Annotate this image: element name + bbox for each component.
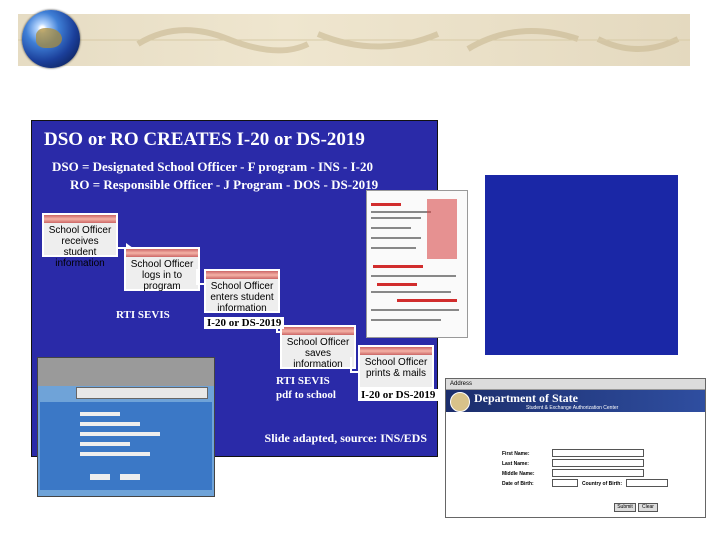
step-bar [206,271,278,279]
last-name-input [552,459,644,467]
step-bar [126,249,198,257]
form-line [371,291,451,293]
department-title: Department of State [474,391,578,405]
country-of-birth-input [626,479,668,487]
redaction-mark [397,299,457,302]
step-bar [44,215,116,223]
step-label: School Officer logs in to program [130,259,194,292]
form-field [80,422,140,426]
field-label: First Name: [502,451,530,457]
redaction-mark [377,283,417,286]
slide-source: Slide adapted, source: INS/EDS [264,431,427,445]
caption-form: I-20 or DS-2019 [204,317,285,329]
caption-form: I-20 or DS-2019 [358,389,439,401]
step-label: School Officer saves information [286,337,350,370]
form-line [371,211,431,213]
seal-icon [450,392,470,412]
globe-icon [22,10,80,68]
submit-button: Submit [614,503,636,512]
form-line [371,237,421,239]
step-label: School Officer prints & mails [364,357,428,379]
field-label: Middle Name: [502,471,535,477]
step-log-in: School Officer logs in to program [124,247,200,292]
sevis-form-panel [40,402,212,490]
field-label: Last Name: [502,461,529,467]
form-line [371,227,411,229]
sevis-screenshot [37,357,215,497]
step-label: School Officer enters student informatio… [210,281,274,314]
dob-input [552,479,578,487]
middle-name-input [552,469,644,477]
step-print-mail: School Officer prints & mails [358,345,434,389]
caption-rti-sevis: RTI SEVIS [116,309,170,321]
form-field [80,412,120,416]
department-subtitle: Student & Exchange Authorization Center [526,405,619,411]
sevis-header [76,387,208,399]
form-line [371,319,441,321]
ro-definition: RO = Responsible Officer - J Program - D… [70,177,379,192]
form-field [80,442,130,446]
i20-form-thumbnail [366,190,468,338]
step-enter-info: School Officer enters student informatio… [204,269,280,314]
caption-pdf-to-school: pdf to school [276,389,336,401]
header-banner [18,14,690,66]
caption-rti-sevis: RTI SEVIS [276,375,330,387]
form-line [371,217,421,219]
form-line [371,275,456,277]
world-map-decoration [18,27,690,54]
blue-box [485,175,678,355]
redaction-mark [371,203,401,206]
form-field [80,452,150,456]
slide-title: DSO or RO CREATES I-20 or DS-2019 [44,129,365,150]
redaction-mark [373,265,423,268]
clear-button: Clear [638,503,658,512]
field-label: Date of Birth: [502,481,534,487]
step-receive-info: School Officer receives student informat… [42,213,118,269]
field-label: Country of Birth: [582,481,622,487]
form-button [120,474,140,480]
form-button [90,474,110,480]
step-label: School Officer receives student informat… [48,225,112,269]
browser-toolbar [38,358,214,386]
step-bar [360,347,432,355]
form-line [371,247,416,249]
first-name-input [552,449,644,457]
dso-definition: DSO = Designated School Officer - F prog… [52,159,373,174]
redaction-block [427,199,457,259]
address-bar: Address [446,379,705,390]
step-bar [282,327,354,335]
form-line [371,309,459,311]
dos-screenshot: Address Department of State Student & Ex… [445,378,706,518]
step-save-info: School Officer saves information [280,325,356,370]
form-field [80,432,160,436]
